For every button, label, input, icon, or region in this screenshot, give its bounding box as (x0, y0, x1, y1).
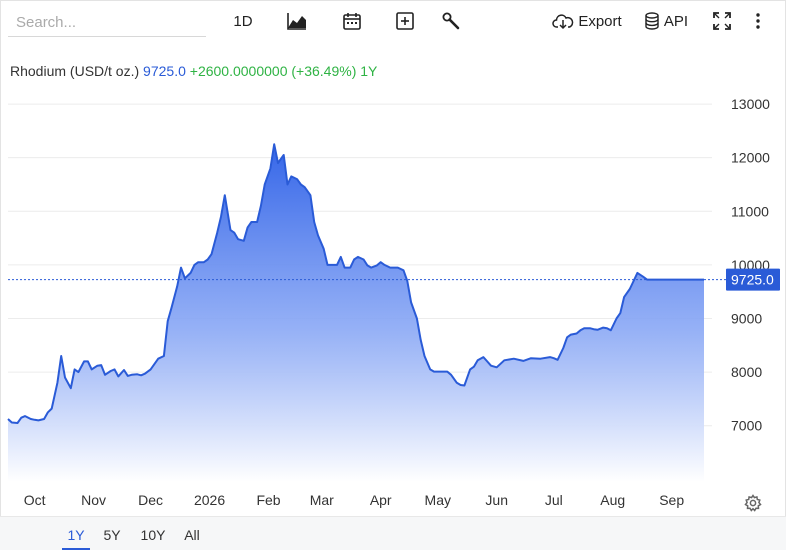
x-tick-label: May (425, 492, 451, 508)
x-tick-label: Jun (485, 492, 508, 508)
x-tick-label: 2026 (194, 492, 225, 508)
x-tick-label: Dec (138, 492, 163, 508)
range-button-10y[interactable]: 10Y (135, 517, 171, 550)
y-tick-label: 7000 (731, 418, 762, 434)
range-button-1y[interactable]: 1Y (62, 517, 90, 550)
x-tick-label: Feb (256, 492, 280, 508)
x-tick-label: Apr (370, 492, 392, 508)
gear-icon[interactable] (743, 493, 763, 513)
range-button-all[interactable]: All (178, 517, 206, 550)
range-bar: 1Y 5Y 10Y All (0, 516, 786, 550)
area-series (7, 143, 704, 483)
x-tick-label: Nov (81, 492, 106, 508)
x-tick-label: Sep (659, 492, 684, 508)
y-axis: 70008000900010000110001200013000 (731, 96, 770, 434)
x-tick-label: Jul (545, 492, 563, 508)
y-tick-label: 11000 (731, 203, 769, 219)
y-tick-label: 8000 (731, 364, 762, 380)
price-chart[interactable]: 70008000900010000110001200013000 Oct Nov D… (0, 0, 786, 516)
x-tick-label: Mar (310, 492, 334, 508)
y-tick-label: 13000 (731, 96, 770, 112)
x-tick-label: Aug (600, 492, 625, 508)
y-tick-label: 9000 (731, 311, 762, 327)
price-tag-label: 9725.0 (731, 272, 774, 288)
area-fill (8, 144, 704, 483)
range-button-5y[interactable]: 5Y (98, 517, 126, 550)
y-tick-label: 12000 (731, 150, 770, 166)
x-tick-label: Oct (24, 492, 46, 508)
x-axis: Oct Nov Dec 2026 Feb Mar Apr May Jun Jul Aug Sep (24, 492, 685, 508)
